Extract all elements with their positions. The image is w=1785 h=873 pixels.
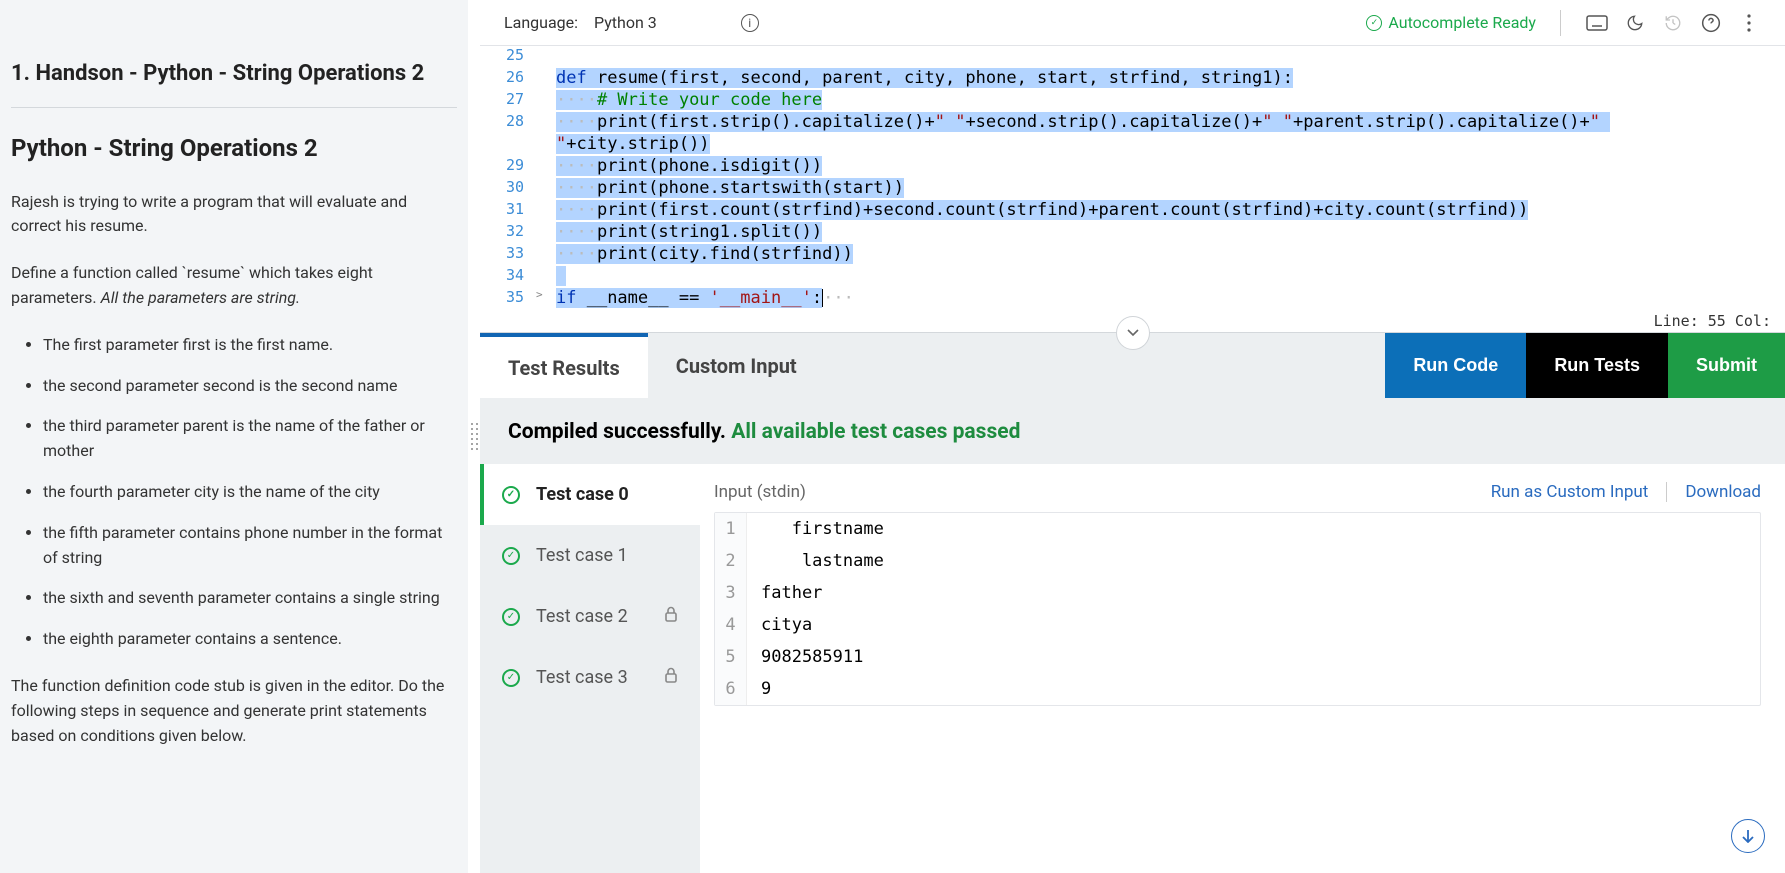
lock-icon xyxy=(664,606,678,627)
question-subtitle: Python - String Operations 2 xyxy=(11,134,457,162)
autocomplete-status[interactable]: ✓ Autocomplete Ready xyxy=(1366,13,1536,32)
run-tests-button[interactable]: Run Tests xyxy=(1526,333,1668,398)
problem-panel[interactable]: 1. Handson - Python - String Operations … xyxy=(0,0,468,873)
code-line[interactable]: 35>if __name__ == '__main__':··· xyxy=(480,288,1785,310)
results-bar: Test Results Custom Input Run Code Run T… xyxy=(480,332,1785,398)
stdin-box: 1 firstname2 lastname3father4citya590825… xyxy=(714,512,1761,706)
code-line[interactable]: 32····print(string1.split()) xyxy=(480,222,1785,244)
submit-button[interactable]: Submit xyxy=(1668,333,1785,398)
language-label: Language: xyxy=(504,13,578,32)
stdin-line: 2 lastname xyxy=(715,545,1760,577)
code-editor[interactable]: 2526def resume(first, second, parent, ci… xyxy=(480,46,1785,310)
param-item: the second parameter second is the secon… xyxy=(43,374,457,399)
param-item: the fifth parameter contains phone numbe… xyxy=(43,521,457,571)
ide-panel: Language: Python 3 i ✓ Autocomplete Read… xyxy=(480,0,1785,873)
param-item: the third parameter parent is the name o… xyxy=(43,414,457,464)
code-line[interactable]: 30····print(phone.startswith(start)) xyxy=(480,178,1785,200)
check-icon: ✓ xyxy=(502,547,520,565)
info-icon[interactable]: i xyxy=(741,14,759,32)
testcase-label: Test case 2 xyxy=(536,606,628,627)
more-icon[interactable] xyxy=(1737,11,1761,35)
theme-icon[interactable] xyxy=(1623,11,1647,35)
tab-custom-input[interactable]: Custom Input xyxy=(648,333,825,398)
intro-2: Define a function called `resume` which … xyxy=(11,261,457,311)
code-line-wrap[interactable]: "+city.strip()) xyxy=(480,134,1785,156)
testcase-label: Test case 1 xyxy=(536,545,628,566)
code-line[interactable]: 26def resume(first, second, parent, city… xyxy=(480,68,1785,90)
stdin-line: 69 xyxy=(715,673,1760,705)
code-line[interactable]: 34 xyxy=(480,266,1785,288)
history-icon[interactable] xyxy=(1661,11,1685,35)
divider xyxy=(1560,10,1561,36)
io-panel[interactable]: Input (stdin) Run as Custom Input Downlo… xyxy=(700,464,1785,873)
resize-handle[interactable] xyxy=(468,0,480,873)
testcase-label: Test case 3 xyxy=(536,667,628,688)
testcase-list[interactable]: ✓ Test case 0 ✓ Test case 1 ✓ Test case 2 ✓ Tes… xyxy=(480,464,700,873)
param-item: The first parameter first is the first n… xyxy=(43,333,457,358)
param-item: the fourth parameter city is the name of… xyxy=(43,480,457,505)
stdin-line: 3father xyxy=(715,577,1760,609)
code-line[interactable]: 28····print(first.strip().capitalize()+"… xyxy=(480,112,1785,134)
testcase-item[interactable]: ✓ Test case 1 xyxy=(480,525,700,586)
intro-1: Rajesh is trying to write a program that… xyxy=(11,190,457,240)
scroll-down-button[interactable] xyxy=(1731,819,1765,853)
question-title: 1. Handson - Python - String Operations … xyxy=(11,60,457,89)
tab-test-results[interactable]: Test Results xyxy=(480,333,648,398)
code-line[interactable]: 33····print(city.find(strfind)) xyxy=(480,244,1785,266)
check-icon: ✓ xyxy=(502,669,520,687)
help-icon[interactable] xyxy=(1699,11,1723,35)
param-item: the sixth and seventh parameter contains… xyxy=(43,586,457,611)
stdin-line: 1 firstname xyxy=(715,513,1760,545)
testcase-label: Test case 0 xyxy=(536,484,629,505)
stdin-label: Input (stdin) xyxy=(714,482,806,502)
testcase-item[interactable]: ✓ Test case 3 xyxy=(480,647,700,708)
run-as-custom-input-link[interactable]: Run as Custom Input xyxy=(1491,482,1649,502)
keyboard-icon[interactable] xyxy=(1585,11,1609,35)
download-link[interactable]: Download xyxy=(1666,482,1761,502)
testcase-item[interactable]: ✓ Test case 2 xyxy=(480,586,700,647)
results-area: ✓ Test case 0 ✓ Test case 1 ✓ Test case 2 ✓ Tes… xyxy=(480,464,1785,873)
stdin-line: 4citya xyxy=(715,609,1760,641)
collapse-console-button[interactable] xyxy=(1116,316,1150,350)
code-line[interactable]: 25 xyxy=(480,46,1785,68)
divider xyxy=(11,107,457,108)
check-icon: ✓ xyxy=(502,608,520,626)
code-line[interactable]: 31····print(first.count(strfind)+second.… xyxy=(480,200,1785,222)
lock-icon xyxy=(664,667,678,688)
check-icon: ✓ xyxy=(502,486,520,504)
editor-topbar: Language: Python 3 i ✓ Autocomplete Read… xyxy=(480,0,1785,46)
outro: The function definition code stub is giv… xyxy=(11,674,457,748)
param-item: the eighth parameter contains a sentence… xyxy=(43,627,457,652)
code-line[interactable]: 27····# Write your code here xyxy=(480,90,1785,112)
compile-status: Compiled successfully. All available tes… xyxy=(480,398,1785,464)
code-line[interactable]: 29····print(phone.isdigit()) xyxy=(480,156,1785,178)
param-list: The first parameter first is the first n… xyxy=(11,333,457,652)
language-select[interactable]: Python 3 xyxy=(594,13,657,32)
run-code-button[interactable]: Run Code xyxy=(1385,333,1526,398)
stdin-line: 59082585911 xyxy=(715,641,1760,673)
check-icon: ✓ xyxy=(1366,15,1382,31)
testcase-item[interactable]: ✓ Test case 0 xyxy=(480,464,700,525)
